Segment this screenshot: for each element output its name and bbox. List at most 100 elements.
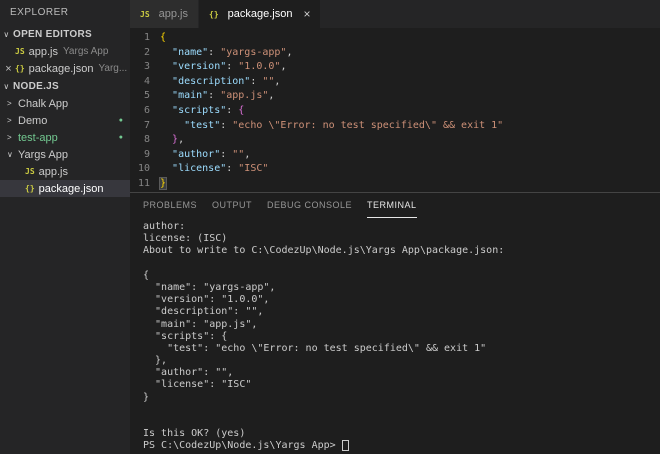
file-name: package.json xyxy=(28,62,94,75)
git-status-dot-icon: ● xyxy=(118,117,123,124)
panel-tab-output[interactable]: OUTPUT xyxy=(212,193,252,218)
json-file-icon: {} xyxy=(209,9,219,19)
chevron-down-icon: ∨ xyxy=(3,81,10,91)
code-text: "author": "", xyxy=(172,148,251,160)
item-label: app.js xyxy=(38,165,68,178)
code-line: 11} xyxy=(130,176,660,192)
terminal-output[interactable]: author: license: (ISC) About to write to C… xyxy=(130,218,660,454)
line-number: 5 xyxy=(143,90,150,102)
git-status-dot-icon: ● xyxy=(118,134,123,141)
tree-item-chalk-app[interactable]: > Chalk App xyxy=(0,95,130,112)
open-editor-package-json[interactable]: ×{} package.json Yarg... xyxy=(0,60,130,77)
open-editor-app-js[interactable]: JS app.js Yargs App xyxy=(0,43,130,60)
line-number: 7 xyxy=(143,119,150,131)
chevron-icon: > xyxy=(7,99,12,108)
tree-item-yargs-app[interactable]: ∨ Yargs App xyxy=(0,146,130,163)
bottom-panel: PROBLEMS OUTPUT DEBUG CONSOLE TERMINAL auth… xyxy=(130,192,660,454)
code-text: }, xyxy=(172,134,185,146)
tree-item-test-app[interactable]: > test-app ● xyxy=(0,129,130,146)
terminal-line: "description": "", xyxy=(143,306,264,318)
item-label: Yargs App xyxy=(18,148,68,161)
js-file-icon: JS xyxy=(15,47,25,56)
terminal-prompt: PS C:\CodezUp\Node.js\Yargs App> xyxy=(143,440,342,452)
editor-content[interactable]: 1{2 "name": "yargs-app", 3 "version": "1.… xyxy=(130,28,660,192)
code-text: "license": "ISC" xyxy=(172,163,269,175)
code-text: "version": "1.0.0", xyxy=(172,61,287,73)
code-line: 5 "main": "app.js", xyxy=(130,89,660,104)
code-text: "scripts": { xyxy=(172,104,245,116)
code-text: } xyxy=(158,176,168,190)
code-line: 1{ xyxy=(130,31,660,46)
terminal-line: "scripts": { xyxy=(143,330,228,342)
terminal-line: About to write to C:\CodezUp\Node.js\Yar… xyxy=(143,245,505,257)
explorer-tree: > Chalk App > Demo ● > test-app ● ∨ Yargs App JS ap… xyxy=(0,95,130,197)
terminal-prompt-line[interactable]: PS C:\CodezUp\Node.js\Yargs App> xyxy=(143,440,660,452)
terminal-line: "name": "yargs-app", xyxy=(143,281,276,293)
chevron-down-icon: ∨ xyxy=(3,29,10,39)
workspace-label: NODE.JS xyxy=(13,80,60,92)
close-icon[interactable]: × xyxy=(303,7,310,21)
tab-bar: JS app.js {} package.json × xyxy=(130,0,660,28)
terminal-line: { xyxy=(143,269,150,281)
terminal-line: "main": "app.js", xyxy=(143,318,258,330)
line-number: 9 xyxy=(143,148,150,160)
line-number: 4 xyxy=(143,75,150,87)
tree-item-package-json[interactable]: {} package.json xyxy=(0,180,130,197)
panel-tab-terminal[interactable]: TERMINAL xyxy=(367,193,417,218)
terminal-line: "test": "echo \"Error: no test specified… xyxy=(143,342,487,354)
code-line: 4 "description": "", xyxy=(130,75,660,90)
chevron-icon: ∨ xyxy=(7,150,13,159)
code-text: "main": "app.js", xyxy=(172,90,275,102)
terminal-line: "author": "", xyxy=(143,367,234,379)
tab-label: package.json xyxy=(227,8,293,20)
tree-item-demo[interactable]: > Demo ● xyxy=(0,112,130,129)
code-text: "description": "", xyxy=(172,75,281,87)
workspace-header[interactable]: ∨ NODE.JS xyxy=(0,77,130,95)
open-editors-list: JS app.js Yargs App ×{} package.json Yarg... xyxy=(0,43,130,77)
open-editors-label: OPEN EDITORS xyxy=(13,28,92,40)
code-line: 3 "version": "1.0.0", xyxy=(130,60,660,75)
code-line: 2 "name": "yargs-app", xyxy=(130,46,660,61)
terminal-cursor xyxy=(341,440,349,452)
tab-app-js[interactable]: JS app.js xyxy=(130,0,199,28)
line-number: 2 xyxy=(143,46,150,58)
terminal-line: } xyxy=(143,391,150,403)
terminal-line: Is this OK? (yes) xyxy=(143,428,246,440)
item-label: test-app xyxy=(18,131,58,144)
editor-area: JS app.js{} package.json × 1{2 "name": "yar… xyxy=(130,0,660,454)
tab-package-json[interactable]: {} package.json × xyxy=(199,0,322,28)
terminal-line: "version": "1.0.0", xyxy=(143,294,270,306)
file-detail: Yargs App xyxy=(63,46,109,57)
panel-tabs: PROBLEMS OUTPUT DEBUG CONSOLE TERMINAL xyxy=(130,193,660,218)
terminal-line: "license": "ISC" xyxy=(143,379,252,391)
line-number: 6 xyxy=(143,104,150,116)
line-number: 8 xyxy=(143,134,150,146)
close-icon[interactable]: × xyxy=(2,63,15,75)
tree-item-app-js[interactable]: JS app.js xyxy=(0,163,130,180)
code-text: { xyxy=(160,32,167,43)
panel-tab-debug-console[interactable]: DEBUG CONSOLE xyxy=(267,193,352,218)
code-text: "test": "echo \"Error: no test specified… xyxy=(184,119,504,131)
code-line: 10 "license": "ISC" xyxy=(130,162,660,177)
js-file-icon: JS xyxy=(140,9,150,19)
explorer-sidebar: EXPLORER ∨ OPEN EDITORS JS app.js Yargs Ap… xyxy=(0,0,130,454)
line-number: 3 xyxy=(143,61,150,73)
file-name: app.js xyxy=(28,45,58,58)
panel-tab-problems[interactable]: PROBLEMS xyxy=(143,193,197,218)
item-label: Demo xyxy=(18,114,48,127)
code-line: 7 "test": "echo \"Error: no test specifi… xyxy=(130,119,660,134)
line-number: 1 xyxy=(143,32,150,43)
terminal-line: license: (ISC) xyxy=(143,233,228,245)
vscode-window: EXPLORER ∨ OPEN EDITORS JS app.js Yargs Ap… xyxy=(0,0,660,454)
item-label: Chalk App xyxy=(18,97,69,110)
open-editors-header[interactable]: ∨ OPEN EDITORS xyxy=(0,25,130,43)
chevron-icon: > xyxy=(7,133,12,142)
code-text: "name": "yargs-app", xyxy=(172,46,293,58)
terminal-line: }, xyxy=(143,355,168,367)
tab-label: app.js xyxy=(158,8,188,20)
json-file-icon: {} xyxy=(15,64,25,73)
item-label: package.json xyxy=(38,182,104,195)
code-line: 9 "author": "", xyxy=(130,148,660,163)
